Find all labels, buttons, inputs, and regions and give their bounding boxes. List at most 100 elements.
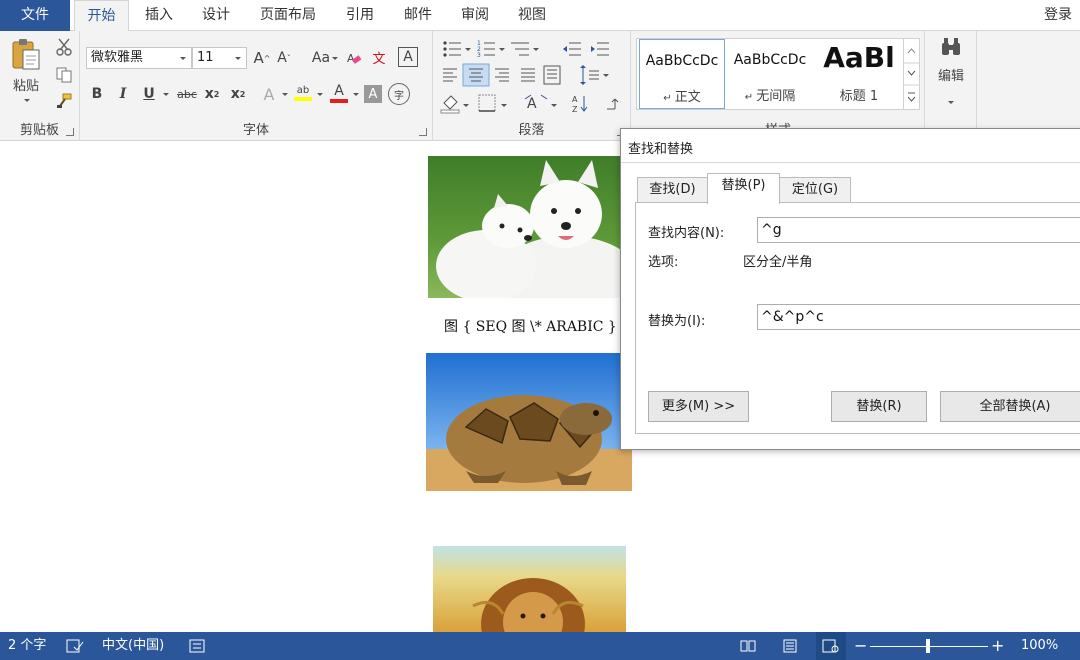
zoom-in-button[interactable]: + [991,632,1005,660]
show-marks-icon[interactable] [607,98,619,110]
zoom-level[interactable]: 100% [1021,632,1058,660]
justify-icon[interactable] [521,68,535,82]
asian-layout-icon[interactable]: A [524,94,557,112]
replace-button[interactable]: 替换(R) [831,391,927,422]
strikethrough-button[interactable]: abc [174,83,200,105]
macro-icon[interactable] [189,632,205,660]
grow-font-button[interactable]: A ^ [252,47,272,69]
bullets-icon[interactable] [443,41,471,57]
clipboard-launcher-icon[interactable] [66,128,74,136]
subscript-button[interactable]: x2 [202,83,222,105]
cut-button[interactable] [54,37,74,57]
character-border-glyph: A [403,49,413,65]
tab-references[interactable]: 引用 [335,0,385,31]
align-left-icon[interactable] [443,68,457,82]
image-lion[interactable] [433,546,626,632]
line-spacing-icon[interactable] [580,65,609,85]
replace-with-input[interactable]: ^&^p^c [757,304,1080,330]
shading-icon[interactable] [440,95,469,114]
print-layout-button[interactable] [782,632,798,660]
underline-dropdown-icon[interactable] [163,93,169,96]
tab-insert[interactable]: 插入 [134,0,184,31]
tab-file[interactable]: 文件 [0,0,70,31]
language-indicator[interactable]: 中文(中国) [102,632,164,660]
text-effects-dropdown-icon[interactable] [282,93,288,96]
format-painter-icon [57,93,72,108]
paragraph-group: 123 A A Z 段落 [433,31,631,141]
numbering-icon[interactable]: 123 [477,40,505,59]
phonetic-guide-button[interactable]: 文 [368,45,390,69]
highlight-button[interactable]: ab [292,81,314,105]
zoom-slider-thumb[interactable] [926,639,930,653]
multilevel-list-icon[interactable] [511,42,539,56]
font-name-combo[interactable]: 微软雅黑 [86,47,192,69]
style-no-spacing[interactable]: AaBbCcDc ↵ 无间隔 [727,39,813,109]
more-button[interactable]: 更多(M) >> [648,391,749,422]
font-color-button[interactable]: A [328,81,350,105]
tab-review[interactable]: 审阅 [450,0,500,31]
tab-find[interactable]: 查找(D) [637,177,708,203]
text-effects-button[interactable]: A [258,83,280,105]
options-value: 区分全/半角 [743,255,813,270]
align-right-icon[interactable] [495,68,509,82]
read-mode-button[interactable] [740,632,756,660]
font-group: 微软雅黑 11 A ^ Aˇ Aa A 文 A B I U abc x 2 x … [80,31,433,141]
editing-button[interactable]: 编辑 [931,37,971,109]
sort-icon[interactable]: AZ [572,95,588,114]
highlight-glyph: ab [296,85,310,96]
style-normal[interactable]: AaBbCcDc ↵ 正文 [639,39,725,109]
paste-label: 粘贴 [12,79,39,94]
highlight-dropdown-icon[interactable] [317,93,323,96]
style-heading-1[interactable]: AaBl 标题 1 [815,39,903,109]
font-size-combo[interactable]: 11 [192,47,247,69]
font-name-value: 微软雅黑 [91,50,144,65]
options-label: 选项: [648,255,679,270]
borders-icon[interactable] [478,94,507,112]
tab-design[interactable]: 设计 [191,0,241,31]
paste-icon [12,39,40,70]
editing-dropdown-icon [948,101,954,104]
character-shading-button[interactable]: A [364,85,382,103]
web-layout-button[interactable] [816,632,846,660]
samoyed-picture [428,156,624,298]
styles-gallery-scroll[interactable] [903,38,920,110]
distributed-icon[interactable] [543,65,561,85]
proofing-icon[interactable] [66,632,84,660]
change-case-button[interactable]: Aa [304,47,338,69]
tab-replace[interactable]: 替换(P) [707,173,780,204]
subscript-mark: 2 [213,89,220,99]
tab-home[interactable]: 开始 [74,0,129,32]
format-painter-button[interactable] [54,91,74,111]
tab-goto[interactable]: 定位(G) [779,177,851,203]
paste-dropdown-icon[interactable] [24,99,30,102]
clear-formatting-button[interactable]: A [344,47,364,69]
increase-indent-icon[interactable] [591,42,609,56]
decrease-indent-icon[interactable] [563,42,581,56]
paste-button[interactable]: 粘贴 [6,37,46,103]
tab-page-layout[interactable]: 页面布局 [252,0,324,31]
font-color-glyph: A [334,83,344,99]
styles-gallery: AaBbCcDc ↵ 正文 AaBbCcDc ↵ 无间隔 AaBl 标题 1 [636,38,904,110]
tab-mailings[interactable]: 邮件 [393,0,443,31]
image-tortoise[interactable] [426,353,632,491]
image-samoyed-dogs[interactable] [428,156,624,298]
font-color-dropdown-icon[interactable] [353,93,359,96]
find-what-input[interactable]: ^g [757,217,1080,243]
copy-button[interactable] [54,65,74,85]
style-no-spacing-label: 无间隔 [756,89,796,104]
svg-text:Z: Z [572,105,578,114]
zoom-out-button[interactable]: − [854,632,868,660]
font-launcher-icon[interactable] [419,128,427,136]
replace-all-button[interactable]: 全部替换(A) [940,391,1080,422]
bold-button[interactable]: B [88,83,106,105]
underline-button[interactable]: U [140,83,158,105]
shrink-font-button[interactable]: Aˇ [274,47,294,69]
word-count[interactable]: 2 个字 [8,632,46,660]
character-border-button[interactable]: A [398,47,418,67]
login-link[interactable]: 登录 [1044,0,1080,31]
superscript-button[interactable]: x2 [228,83,248,105]
figure-caption-field[interactable]: 图 { SEQ 图 \* ARABIC } [444,316,617,336]
tab-view[interactable]: 视图 [507,0,557,31]
enclose-characters-button[interactable]: 字 [388,83,410,105]
italic-button[interactable]: I [114,83,132,105]
